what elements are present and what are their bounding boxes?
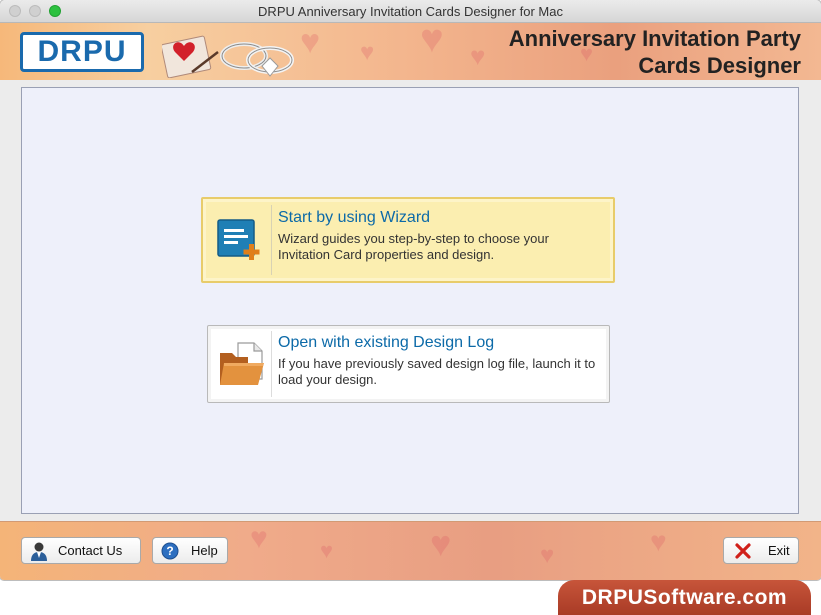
option-icon-cell [209, 205, 272, 275]
contact-us-button[interactable]: Contact Us [21, 537, 141, 564]
open-folder-icon [220, 342, 264, 385]
drpu-logo: DRPU [20, 32, 144, 72]
footer-bar: ♥ ♥ ♥ ♥ ♥ Contact Us ? Help Exit [0, 521, 821, 580]
product-title-line1: Anniversary Invitation Party [508, 26, 801, 51]
main-panel [21, 87, 799, 514]
exit-button[interactable]: Exit [723, 537, 799, 564]
heart-decoration-icon: ♥ [650, 526, 667, 557]
exit-label: Exit [768, 543, 790, 558]
help-label: Help [191, 543, 218, 558]
option-description: If you have previously saved design log … [278, 356, 599, 388]
drpu-software-watermark: DRPUSoftware.com [558, 580, 811, 615]
logo-text: DRPU [37, 35, 127, 68]
option-text: Start by using Wizard Wizard guides you … [278, 207, 603, 263]
start-wizard-option[interactable]: Start by using Wizard Wizard guides you … [201, 197, 615, 283]
option-description-line: Invitation Card properties and design. [278, 247, 495, 262]
option-icon-cell [213, 331, 272, 397]
option-description-line: Wizard guides you step-by-step to choose… [278, 231, 549, 246]
option-description-line: If you have previously saved design log … [278, 356, 596, 371]
option-title: Start by using Wizard [278, 209, 431, 226]
contact-us-label: Contact Us [58, 543, 123, 558]
title-bar: DRPU Anniversary Invitation Cards Design… [0, 0, 821, 23]
product-title: Anniversary Invitation Party Cards Desig… [509, 25, 801, 79]
heart-decoration-icon: ♥ [470, 41, 486, 71]
help-button[interactable]: ? Help [152, 537, 228, 564]
option-description-line: load your design. [278, 372, 378, 387]
rings-and-envelope-icon [162, 35, 294, 78]
heart-decoration-icon: ♥ [250, 522, 268, 555]
red-x-icon [732, 541, 754, 561]
heart-decoration-icon: ♥ [430, 523, 452, 564]
svg-text:?: ? [166, 544, 173, 558]
wizard-icon [217, 219, 260, 260]
open-design-log-option[interactable]: Open with existing Design Log If you hav… [207, 325, 610, 403]
option-description: Wizard guides you step-by-step to choose… [278, 231, 603, 263]
window-title: DRPU Anniversary Invitation Cards Design… [258, 4, 563, 19]
option-text: Open with existing Design Log If you hav… [278, 332, 599, 388]
option-title: Open with existing Design Log [278, 334, 495, 351]
heart-decoration-icon: ♥ [300, 23, 321, 61]
heart-decoration-icon: ♥ [420, 23, 444, 61]
person-icon [28, 541, 50, 561]
heart-decoration-icon: ♥ [360, 39, 375, 66]
header-banner: ♥ ♥ ♥ ♥ ♥ DRPU Anniversary Invitation Pa… [0, 23, 821, 80]
app-window: DRPU Anniversary Invitation Cards Design… [0, 0, 821, 580]
heart-decoration-icon: ♥ [320, 538, 334, 563]
product-title-line2: Cards Designer [638, 53, 801, 78]
question-icon: ? [159, 541, 181, 561]
heart-decoration-icon: ♥ [540, 542, 555, 569]
